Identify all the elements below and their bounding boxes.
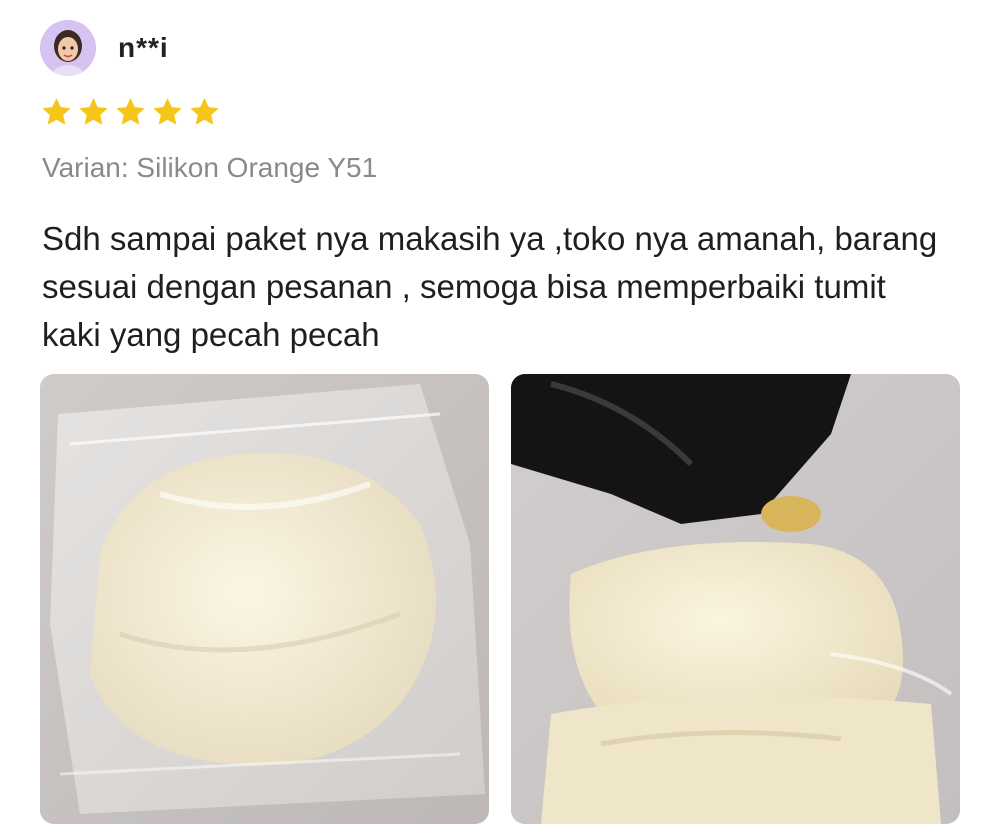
review-photo-1[interactable] xyxy=(40,374,489,824)
avatar[interactable] xyxy=(40,20,96,76)
review-photos xyxy=(40,374,960,824)
star-icon xyxy=(79,98,108,125)
variant-label: Varian: Silikon Orange Y51 xyxy=(42,152,378,183)
review-photo-2[interactable] xyxy=(511,374,960,824)
star-icon xyxy=(42,98,71,125)
star-icon xyxy=(153,98,182,125)
avatar-memoji-icon xyxy=(40,20,96,76)
username: n**i xyxy=(118,32,169,63)
review-header: n**i xyxy=(40,20,169,76)
product-photo-icon xyxy=(511,374,960,824)
star-icon xyxy=(190,98,219,125)
product-photo-icon xyxy=(40,374,489,824)
star-icon xyxy=(116,98,145,125)
star-rating xyxy=(40,96,221,129)
review-card: n**i Varian: Silikon Orange Y51 Sdh samp… xyxy=(0,0,1000,833)
review-text: Sdh sampai paket nya makasih ya ,toko ny… xyxy=(42,220,938,353)
